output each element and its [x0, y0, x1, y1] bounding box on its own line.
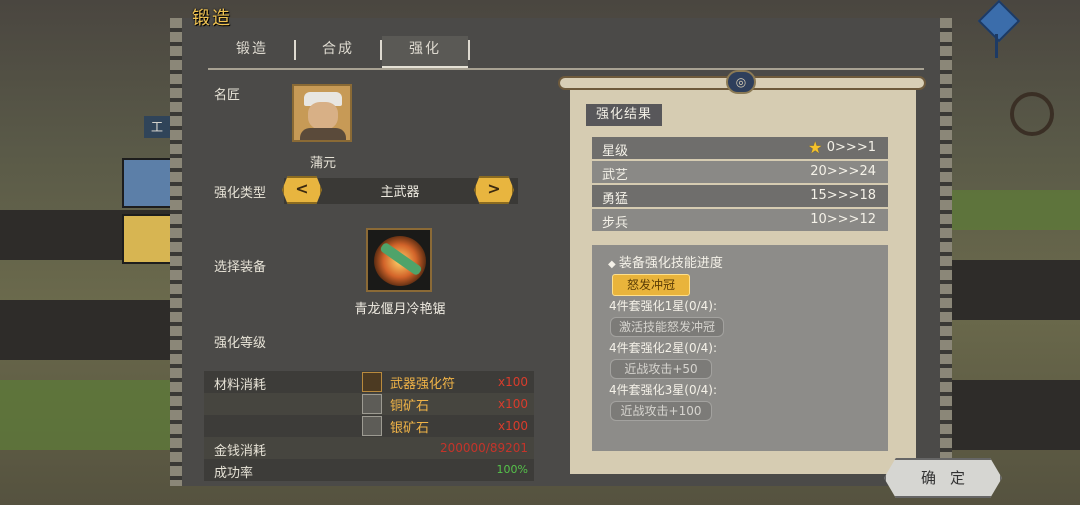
- materials-label: 材料消耗: [214, 378, 267, 393]
- chevron-left-icon: <: [295, 179, 309, 198]
- set-bonus-label: 4件套强化2星(0/4):: [609, 341, 717, 355]
- equipment-label: 选择装备: [214, 260, 267, 275]
- material-qty: x100: [497, 375, 528, 389]
- prev-type-button[interactable]: <: [282, 176, 322, 204]
- material-row: 铜矿石 x100: [204, 393, 534, 415]
- stat-value: 20>>>24: [810, 164, 876, 179]
- material-row: 材料消耗 武器强化符 x100: [204, 371, 534, 393]
- chevron-right-icon: >: [487, 179, 501, 198]
- stat-row: 武艺 20>>>24: [592, 161, 888, 183]
- tab-forge[interactable]: 锻造: [218, 36, 286, 66]
- skill-progress-label: 装备强化技能进度: [618, 256, 723, 271]
- material-name: 铜矿石: [390, 399, 430, 414]
- tab-bar: 锻造 合成 强化: [208, 36, 924, 70]
- face: [308, 102, 338, 130]
- smith-name: 蒲元: [309, 156, 336, 171]
- result-title: 强化结果: [586, 104, 662, 126]
- stat-value: 10>>>12: [810, 212, 876, 227]
- stat-value: 0>>>1: [826, 140, 876, 155]
- robe: [300, 128, 346, 140]
- material-qty: x100: [497, 419, 528, 433]
- panel-rail-right: [940, 18, 952, 486]
- watermill-icon: [1010, 92, 1054, 136]
- copper-ore-icon[interactable]: [362, 394, 382, 414]
- level-label: 强化等级: [214, 336, 267, 351]
- rate-value: 100%: [496, 463, 528, 476]
- stat-name: 星级: [602, 144, 629, 159]
- panel-rail-left: [170, 18, 182, 486]
- set-bonus-effect: 近战攻击+50: [610, 359, 712, 379]
- set-bonus-effect: 激活技能怒发冲冠: [610, 317, 724, 337]
- tab-divider: [294, 40, 296, 60]
- silver-ore-icon[interactable]: [362, 416, 382, 436]
- rate-row: 成功率 100%: [204, 459, 534, 481]
- kite-tail: [995, 34, 998, 58]
- confirm-button[interactable]: 确定: [884, 458, 1002, 498]
- type-value: 主武器: [380, 185, 420, 200]
- skill-badge: 怒发冲冠: [612, 274, 690, 296]
- star-icon: ★: [808, 138, 823, 157]
- stat-name: 武艺: [602, 168, 629, 183]
- stat-name: 勇猛: [602, 192, 629, 207]
- smith-portrait[interactable]: [292, 84, 352, 142]
- smith-label: 名匠: [214, 88, 241, 103]
- money-label: 金钱消耗: [214, 444, 267, 459]
- diamond-icon: ◆: [608, 259, 619, 270]
- stat-name: 步兵: [602, 216, 629, 231]
- material-row: 银矿石 x100: [204, 415, 534, 437]
- cost-table: 材料消耗 武器强化符 x100 铜矿石 x100 银矿石 x100 金钱消耗 2…: [204, 371, 534, 481]
- stat-row: 星级 ★ 0>>>1: [592, 137, 888, 159]
- stat-value: 15>>>18: [810, 188, 876, 203]
- side-tab-blue[interactable]: [122, 158, 174, 208]
- next-type-button[interactable]: >: [474, 176, 514, 204]
- material-name: 银矿石: [390, 421, 430, 436]
- money-value: 200000/89201: [439, 441, 528, 455]
- tab-divider: [468, 40, 470, 60]
- material-name: 武器强化符: [390, 377, 456, 392]
- type-label: 强化类型: [214, 186, 267, 201]
- stat-row: 勇猛 15>>>18: [592, 185, 888, 207]
- equipment-slot[interactable]: [366, 228, 432, 292]
- money-row: 金钱消耗 200000/89201: [204, 437, 534, 459]
- equipment-name: 青龙偃月冷艳锯: [354, 302, 446, 317]
- scroll-knob-icon: ◎: [726, 70, 756, 94]
- set-bonus-label: 4件套强化1星(0/4):: [609, 299, 717, 313]
- skill-progress-title: ◆ 装备强化技能进度: [608, 252, 723, 271]
- window-title: 锻造: [192, 8, 232, 29]
- tab-compose[interactable]: 合成: [304, 36, 372, 66]
- tab-enhance[interactable]: 强化: [382, 36, 468, 68]
- side-tab-gold[interactable]: [122, 214, 174, 264]
- side-label: 工: [144, 116, 170, 138]
- set-bonus-label: 4件套强化3星(0/4):: [609, 383, 717, 397]
- set-bonus-effect: 近战攻击+100: [610, 401, 712, 421]
- rate-label: 成功率: [214, 466, 254, 481]
- stat-row: 步兵 10>>>12: [592, 209, 888, 231]
- talisman-icon[interactable]: [362, 372, 382, 392]
- material-qty: x100: [497, 397, 528, 411]
